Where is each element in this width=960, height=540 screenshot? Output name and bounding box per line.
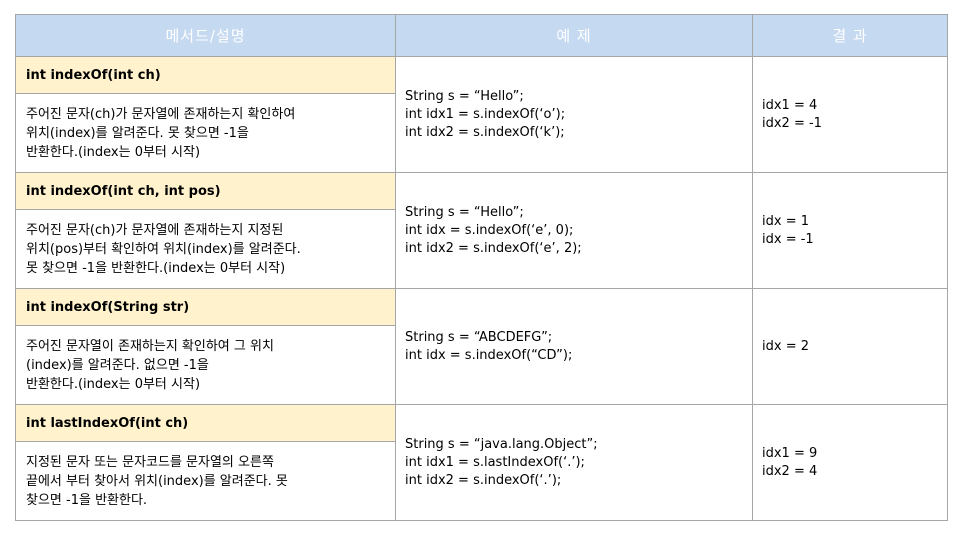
description-line: 못 찾으면 -1을 반환한다.(index는 0부터 시작) <box>26 260 286 276</box>
description-line: 지정된 문자 또는 문자코드를 문자열의 오른쪽 <box>26 454 274 470</box>
header-result: 결 과 <box>752 14 948 57</box>
result-cell: idx1 = 9 idx2 = 4 <box>752 404 948 521</box>
method-signature: int lastIndexOf(int ch) <box>15 404 396 442</box>
header-example: 예 제 <box>395 14 753 57</box>
method-reference-table: 메서드/설명 예 제 결 과 int indexOf(int ch) Strin… <box>15 14 948 521</box>
method-description: 주어진 문자(ch)가 문자열에 존재하는지 지정된 위치(pos)부터 확인하… <box>15 209 396 289</box>
example-line: String s = “Hello”; <box>405 204 524 220</box>
example-line: int idx1 = s.indexOf(‘o’); <box>405 106 566 122</box>
result-line: idx = -1 <box>762 231 814 247</box>
example-cell: String s = “Hello”; int idx1 = s.indexOf… <box>395 56 753 173</box>
result-line: idx1 = 9 <box>762 445 818 461</box>
example-cell: String s = “Hello”; int idx = s.indexOf(… <box>395 172 753 289</box>
table-header-row: 메서드/설명 예 제 결 과 <box>15 14 948 57</box>
description-line: 찾으면 -1을 반환한다. <box>26 492 148 508</box>
result-cell: idx = 2 <box>752 288 948 405</box>
method-row: int lastIndexOf(int ch) String s = “java… <box>15 404 948 521</box>
method-signature: int indexOf(int ch) <box>15 56 396 94</box>
example-cell: String s = “ABCDEFG”; int idx = s.indexO… <box>395 288 753 405</box>
result-line: idx2 = 4 <box>762 463 818 479</box>
description-line: 주어진 문자(ch)가 문자열에 존재하는지 지정된 <box>26 222 284 238</box>
example-line: int idx2 = s.indexOf(‘e’, 2); <box>405 240 582 256</box>
description-line: 주어진 문자(ch)가 문자열에 존재하는지 확인하여 <box>26 106 296 122</box>
example-line: String s = “java.lang.Object”; <box>405 436 598 452</box>
example-line: int idx1 = s.lastIndexOf(‘.’); <box>405 454 585 470</box>
example-line: String s = “Hello”; <box>405 88 524 104</box>
result-cell: idx1 = 4 idx2 = -1 <box>752 56 948 173</box>
method-signature: int indexOf(int ch, int pos) <box>15 172 396 210</box>
example-line: String s = “ABCDEFG”; <box>405 329 553 345</box>
result-line: idx = 1 <box>762 213 809 229</box>
method-description: 주어진 문자열이 존재하는지 확인하여 그 위치 (index)를 알려준다. … <box>15 325 396 405</box>
result-line: idx2 = -1 <box>762 115 822 131</box>
description-line: 반환한다.(index는 0부터 시작) <box>26 144 201 160</box>
method-signature: int indexOf(String str) <box>15 288 396 326</box>
header-method: 메서드/설명 <box>15 14 396 57</box>
description-line: 주어진 문자열이 존재하는지 확인하여 그 위치 <box>26 338 274 354</box>
method-row: int indexOf(int ch, int pos) String s = … <box>15 172 948 289</box>
description-line: 위치(pos)부터 확인하여 위치(index)를 알려준다. <box>26 241 301 257</box>
result-cell: idx = 1 idx = -1 <box>752 172 948 289</box>
example-cell: String s = “java.lang.Object”; int idx1 … <box>395 404 753 521</box>
example-line: int idx2 = s.indexOf(‘.’); <box>405 472 562 488</box>
method-description: 지정된 문자 또는 문자코드를 문자열의 오른쪽 끝에서 부터 찾아서 위치(i… <box>15 441 396 521</box>
description-line: 반환한다.(index는 0부터 시작) <box>26 376 201 392</box>
description-line: 끝에서 부터 찾아서 위치(index)를 알려준다. 못 <box>26 473 288 489</box>
result-line: idx1 = 4 <box>762 97 818 113</box>
example-line: int idx = s.indexOf(“CD”); <box>405 347 573 363</box>
example-line: int idx = s.indexOf(‘e’, 0); <box>405 222 574 238</box>
example-line: int idx2 = s.indexOf(‘k’); <box>405 124 565 140</box>
method-row: int indexOf(int ch) String s = “Hello”; … <box>15 56 948 173</box>
method-description: 주어진 문자(ch)가 문자열에 존재하는지 확인하여 위치(index)를 알… <box>15 93 396 173</box>
method-row: int indexOf(String str) String s = “ABCD… <box>15 288 948 405</box>
description-line: 위치(index)를 알려준다. 못 찾으면 -1을 <box>26 125 249 141</box>
result-line: idx = 2 <box>762 338 809 354</box>
description-line: (index)를 알려준다. 없으면 -1을 <box>26 357 209 373</box>
